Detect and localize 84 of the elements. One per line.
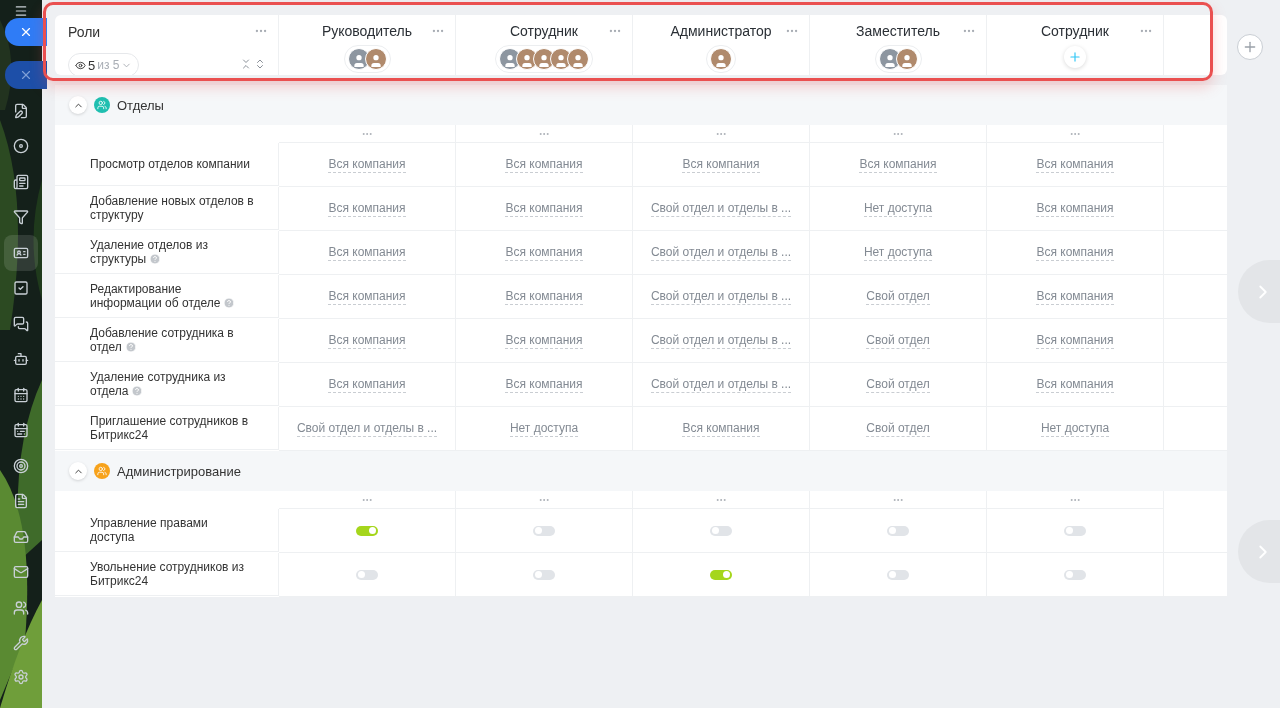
section-title: Отделы xyxy=(117,97,164,113)
access-select[interactable]: Свой отдел xyxy=(866,376,930,393)
id-card-icon[interactable] xyxy=(4,235,38,271)
scroll-right-button[interactable] xyxy=(1238,520,1280,583)
permission-toggle[interactable] xyxy=(533,525,555,536)
permission-label: Приглашение сотрудников в Битрикс24 xyxy=(90,414,250,442)
access-select[interactable]: Свой отдел и отделы в ... xyxy=(296,420,438,437)
permission-toggle[interactable] xyxy=(356,569,378,580)
collapse-button[interactable] xyxy=(69,462,87,480)
access-select[interactable]: Вся компания xyxy=(1036,244,1114,261)
permission-label: Добавление новых отделов в структуру xyxy=(90,194,254,222)
collapse-icon[interactable] xyxy=(240,58,252,70)
permission-label: Удаление сотрудника из отдела xyxy=(90,370,227,398)
permission-label: Удаление отделов из структуры xyxy=(90,238,209,266)
access-select[interactable]: Свой отдел и отделы в ... xyxy=(650,200,792,217)
help-icon[interactable] xyxy=(124,341,137,353)
permission-label: Редактирование информации об отделе xyxy=(90,282,254,310)
access-select[interactable]: Вся компания xyxy=(1036,288,1114,305)
permission-toggle[interactable] xyxy=(887,569,909,580)
access-select[interactable]: Свой отдел xyxy=(866,288,930,305)
access-select[interactable]: Вся компания xyxy=(1036,200,1114,217)
access-select[interactable]: Свой отдел xyxy=(866,420,930,437)
access-select[interactable]: Свой отдел и отделы в ... xyxy=(650,288,792,305)
visible-roles-filter[interactable]: 5 из 5 xyxy=(68,53,140,75)
help-icon[interactable] xyxy=(149,253,162,265)
access-select[interactable]: Вся компания xyxy=(1036,156,1114,173)
access-select[interactable]: Вся компания xyxy=(328,244,406,261)
access-select[interactable]: Нет доступа xyxy=(863,244,933,261)
access-select[interactable]: Вся компания xyxy=(328,288,406,305)
add-member-button[interactable] xyxy=(1064,46,1086,68)
permission-toggle[interactable] xyxy=(356,525,378,536)
eye-icon xyxy=(75,59,86,71)
plus-icon xyxy=(1068,50,1082,64)
role-title: Заместитель xyxy=(856,23,940,39)
permission-toggle[interactable] xyxy=(1064,525,1086,536)
permission-label: Управление правами доступа xyxy=(90,516,209,544)
access-select[interactable]: Свой отдел xyxy=(866,332,930,349)
access-select[interactable]: Вся компания xyxy=(1036,376,1114,393)
permission-toggle[interactable] xyxy=(887,525,909,536)
access-select[interactable]: Свой отдел и отделы в ... xyxy=(650,244,792,261)
section-title: Администрирование xyxy=(117,463,241,479)
permission-toggle[interactable] xyxy=(710,569,732,580)
access-select[interactable]: Вся компания xyxy=(859,156,937,173)
help-icon[interactable] xyxy=(223,297,236,309)
scroll-right-button[interactable] xyxy=(1238,260,1280,323)
permission-label: Добавление сотрудника в отдел xyxy=(90,326,235,354)
column-title: Роли xyxy=(68,24,101,40)
access-select[interactable]: Свой отдел и отделы в ... xyxy=(650,376,792,393)
permission-label: Увольнение сотрудников из Битрикс24 xyxy=(90,560,245,588)
access-select[interactable]: Вся компания xyxy=(682,420,760,437)
access-select[interactable]: Нет доступа xyxy=(1040,420,1110,437)
access-select[interactable]: Вся компания xyxy=(505,376,583,393)
access-select[interactable]: Вся компания xyxy=(682,156,760,173)
access-select[interactable]: Вся компания xyxy=(328,200,406,217)
expand-icon[interactable] xyxy=(254,58,266,70)
access-select[interactable]: Вся компания xyxy=(1036,332,1114,349)
access-select[interactable]: Вся компания xyxy=(505,244,583,261)
filter-total: из 5 xyxy=(97,58,120,72)
access-select[interactable]: Вся компания xyxy=(505,156,583,173)
plus-icon xyxy=(1242,39,1258,55)
permission-label: Просмотр отделов компании xyxy=(90,157,250,171)
help-icon[interactable] xyxy=(131,385,144,397)
permission-toggle[interactable] xyxy=(533,569,555,580)
access-select[interactable]: Вся компания xyxy=(328,156,406,173)
role-title: Сотрудник xyxy=(1041,23,1109,39)
close-button[interactable] xyxy=(5,61,47,89)
role-title: Руководитель xyxy=(321,23,413,39)
access-select[interactable]: Вся компания xyxy=(505,200,583,217)
permission-toggle[interactable] xyxy=(710,525,732,536)
access-select[interactable]: Вся компания xyxy=(328,376,406,393)
role-title: Администратор xyxy=(670,23,772,39)
close-icon xyxy=(19,25,33,39)
add-role-button[interactable] xyxy=(1237,34,1263,60)
access-select[interactable]: Вся компания xyxy=(328,332,406,349)
access-select[interactable]: Вся компания xyxy=(505,288,583,305)
access-select[interactable]: Нет доступа xyxy=(509,420,579,437)
collapse-button[interactable] xyxy=(69,96,87,114)
access-select[interactable]: Нет доступа xyxy=(863,200,933,217)
access-select[interactable]: Свой отдел и отделы в ... xyxy=(650,332,792,349)
access-select[interactable]: Вся компания xyxy=(505,332,583,349)
filter-count: 5 xyxy=(88,57,96,73)
role-title: Сотрудник xyxy=(510,23,578,39)
permission-toggle[interactable] xyxy=(1064,569,1086,580)
close-icon xyxy=(19,68,33,82)
